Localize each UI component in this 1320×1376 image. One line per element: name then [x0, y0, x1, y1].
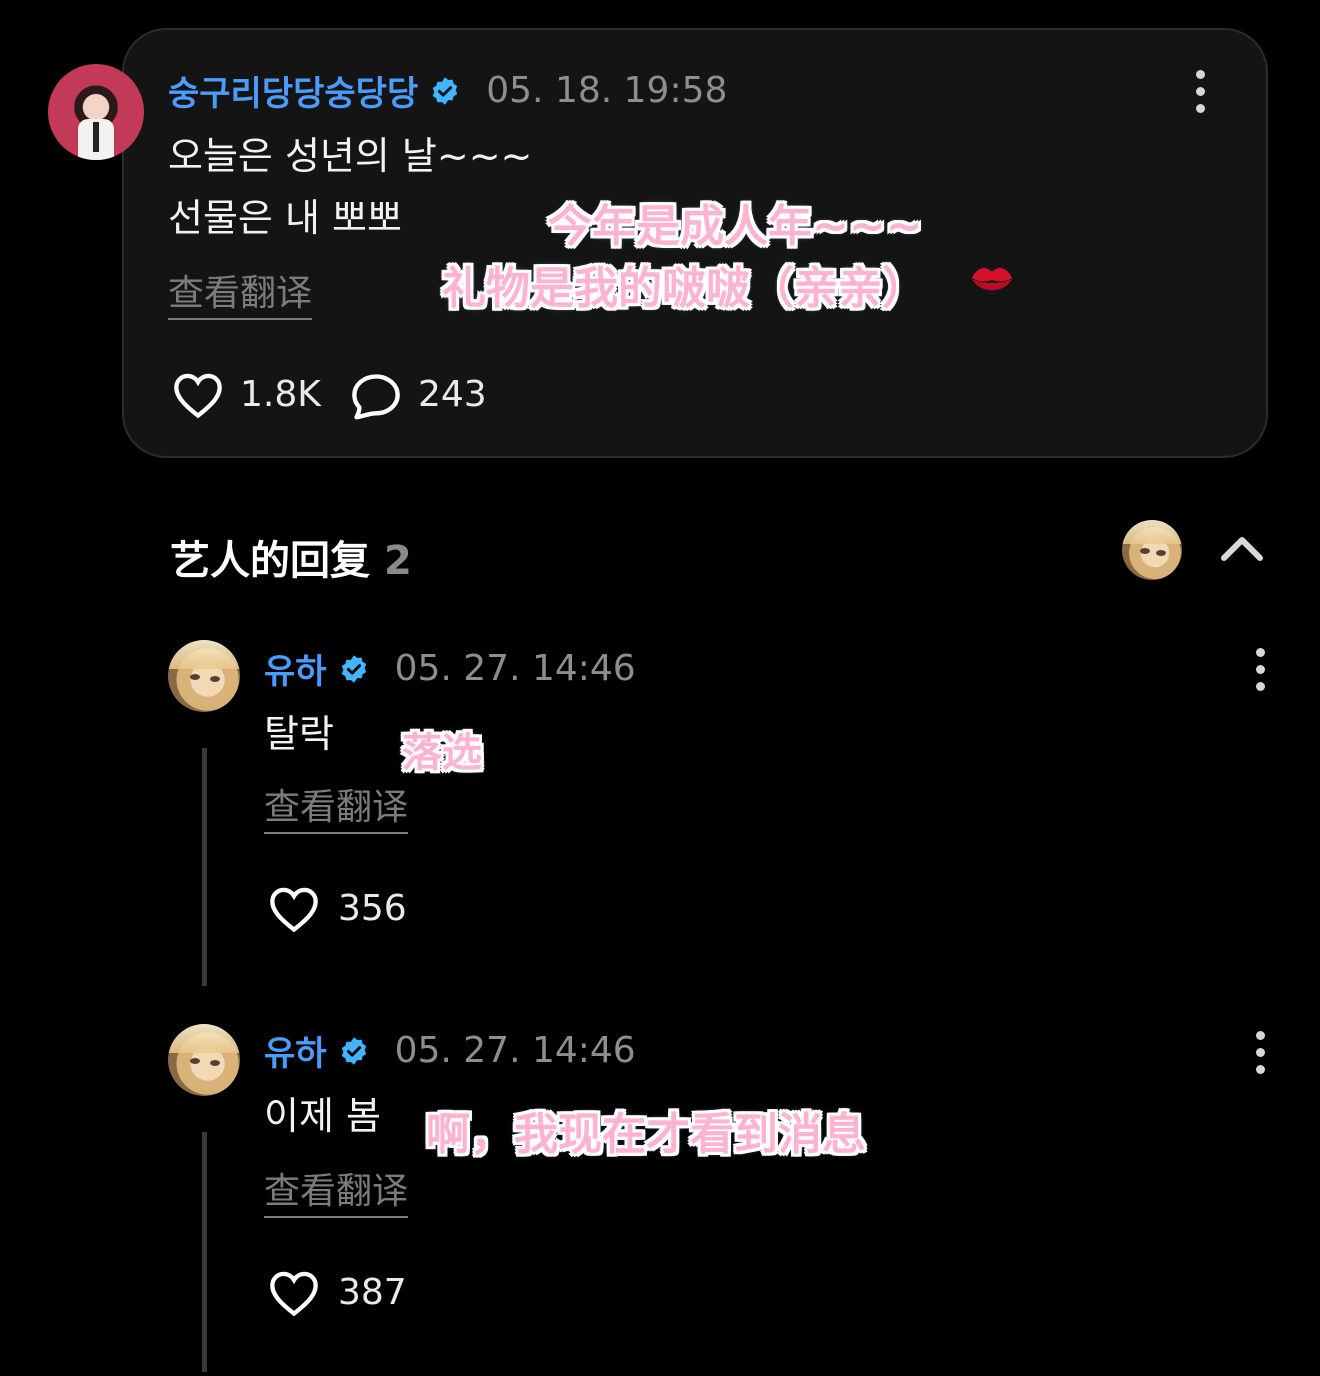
artist-replies-title: 艺人的回复 [170, 538, 370, 584]
post-caption-line1: 今年是成人年~~~ [548, 201, 923, 252]
artist-replies-count: 2 [383, 538, 412, 584]
post-timestamp: 05. 18. 19:58 [486, 70, 728, 111]
collapse-chevron-up-icon[interactable] [1218, 532, 1266, 564]
reply-2-more-options-icon[interactable] [1255, 1031, 1265, 1074]
reply-1-like-count: 356 [338, 888, 407, 929]
reply-2-caption: 啊，我现在才看到消息 [426, 1109, 866, 1160]
reply-2-author-name[interactable]: 유하 [264, 1026, 327, 1075]
post-author-name[interactable]: 숭구리당당숭당당 [168, 66, 418, 115]
reply-1-translate-link[interactable]: 查看翻译 [264, 786, 409, 834]
verified-badge-icon [433, 76, 458, 105]
artist-replies-header: 艺人的回复 2 [170, 528, 412, 586]
reply-2-translate-link[interactable]: 查看翻译 [264, 1170, 409, 1218]
post-author-avatar[interactable] [48, 64, 144, 160]
reply-1-text: 탈락 [264, 712, 334, 756]
reply-2-timestamp: 05. 27. 14:46 [394, 1030, 636, 1071]
reply-1-caption: 落选 [402, 730, 482, 776]
reply-1-timestamp: 05. 27. 14:46 [394, 648, 636, 689]
post-more-options-icon[interactable] [1195, 70, 1205, 113]
post-comment-count: 243 [418, 374, 487, 415]
reply-2-like-heart-icon[interactable] [268, 1268, 320, 1318]
reply-1-author-name[interactable]: 유하 [264, 644, 327, 693]
reply-1-like-heart-icon[interactable] [268, 884, 320, 934]
post-text-line2: 선물은 내 뽀뽀 [168, 196, 402, 240]
reply-1-more-options-icon[interactable] [1255, 648, 1265, 691]
post-text-line1: 오늘은 성년의 날~~~ [168, 134, 533, 178]
reply-1-avatar[interactable] [168, 640, 240, 712]
post-like-count: 1.8K [240, 374, 321, 415]
post-caption-line2: 礼物是我的啵啵（亲亲） [442, 263, 926, 314]
verified-badge-icon [341, 1036, 366, 1065]
reply-2-thread-line [202, 1132, 207, 1372]
verified-badge-icon [341, 654, 366, 683]
reply-2-avatar[interactable] [168, 1024, 240, 1096]
reply-2-like-count: 387 [338, 1272, 407, 1313]
reply-1-thread-line [202, 748, 207, 986]
post-like-heart-icon[interactable] [172, 370, 224, 420]
reply-2-text: 이제 봄 [264, 1094, 381, 1138]
reply-2-header: 유하 05. 27. 14:46 [264, 1026, 636, 1075]
post-header: 숭구리당당숭당당 05. 18. 19:58 [168, 66, 727, 115]
kiss-lips-icon [972, 268, 1012, 291]
post-comment-bubble-icon[interactable] [350, 372, 402, 420]
post-translate-link[interactable]: 查看翻译 [168, 272, 313, 320]
artist-replies-avatar[interactable] [1122, 520, 1182, 580]
reply-1-header: 유하 05. 27. 14:46 [264, 644, 636, 693]
